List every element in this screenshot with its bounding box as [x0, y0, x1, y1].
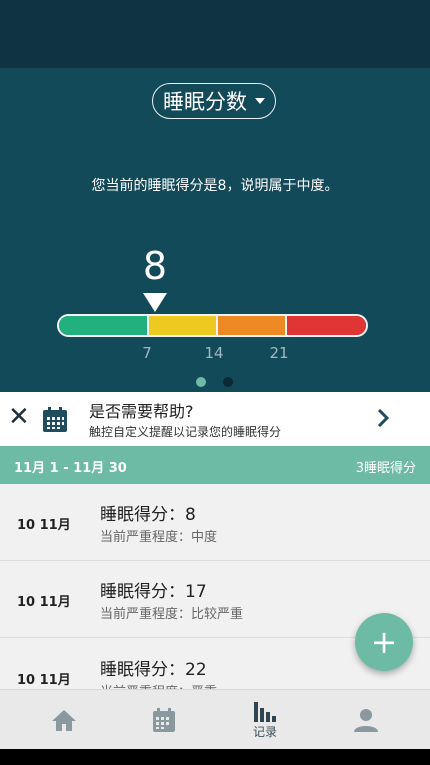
page-dot-active[interactable]: [196, 377, 206, 387]
score-description: 您当前的睡眠得分是8，说明属于中度。: [91, 178, 339, 194]
score-panel: 睡眠分数 您当前的睡眠得分是8，说明属于中度。 8 7 14 21: [0, 68, 430, 392]
scale-tick-label: 14: [204, 344, 224, 362]
date-range-bar: 11月 1 - 11月 30 3睡眠得分: [0, 446, 430, 484]
scale-tick-label: 21: [269, 344, 289, 362]
bottom-navigation: 记录: [0, 689, 430, 749]
scale-segment-mild: [147, 316, 216, 335]
record-severity: 当前严重程度：中度: [100, 530, 218, 545]
score-type-dropdown[interactable]: 睡眠分数: [152, 83, 276, 119]
bar-chart-icon: [254, 702, 276, 722]
help-subtitle: 触控自定义提醒以记录您的睡眠得分: [89, 425, 282, 439]
page-dot[interactable]: [223, 377, 233, 387]
date-range-label: 11月 1 - 11月 30: [14, 461, 127, 476]
chevron-down-icon: [255, 98, 265, 104]
nav-home[interactable]: [34, 690, 94, 750]
person-icon: [354, 709, 378, 732]
record-score: 睡眠得分：8: [100, 505, 196, 525]
nav-records[interactable]: 记录: [235, 690, 295, 750]
page-indicator[interactable]: [196, 377, 233, 387]
record-score: 睡眠得分：22: [100, 660, 207, 680]
record-severity: 当前严重程度：比较严重: [100, 607, 244, 622]
severity-scale-bar: [57, 314, 368, 337]
nav-calendar[interactable]: [134, 690, 194, 750]
scale-tick-label: 7: [142, 344, 152, 362]
record-row[interactable]: 10 11月 睡眠得分：8 当前严重程度：中度: [0, 484, 430, 561]
nav-profile[interactable]: [336, 690, 396, 750]
system-bar: [0, 749, 430, 765]
home-icon: [52, 710, 76, 731]
close-icon[interactable]: ✕: [8, 402, 30, 432]
score-pointer-icon: [143, 293, 167, 312]
record-date: 10 11月: [17, 595, 71, 610]
add-record-button[interactable]: +: [355, 613, 413, 671]
calendar-icon: [43, 407, 67, 432]
scale-segment-moderate: [216, 316, 285, 335]
score-count-label: 3睡眠得分: [355, 461, 416, 476]
scale-segment-normal: [59, 316, 147, 335]
calendar-icon: [153, 708, 175, 732]
help-banner[interactable]: ✕ 是否需要帮助? 触控自定义提醒以记录您的睡眠得分: [0, 392, 430, 446]
nav-records-label: 记录: [252, 725, 277, 739]
plus-icon: +: [370, 623, 398, 661]
chevron-right-icon[interactable]: [376, 407, 390, 429]
record-severity: 当前严重程度：严重: [100, 681, 217, 689]
record-score: 睡眠得分：17: [100, 582, 207, 602]
record-date: 10 11月: [17, 518, 71, 533]
current-score-value: 8: [142, 244, 168, 288]
score-type-label: 睡眠分数: [163, 90, 247, 114]
scale-segment-severe: [285, 316, 366, 335]
help-title: 是否需要帮助?: [89, 402, 194, 421]
top-app-bar: [0, 0, 430, 68]
record-date: 10 11月: [17, 673, 71, 688]
